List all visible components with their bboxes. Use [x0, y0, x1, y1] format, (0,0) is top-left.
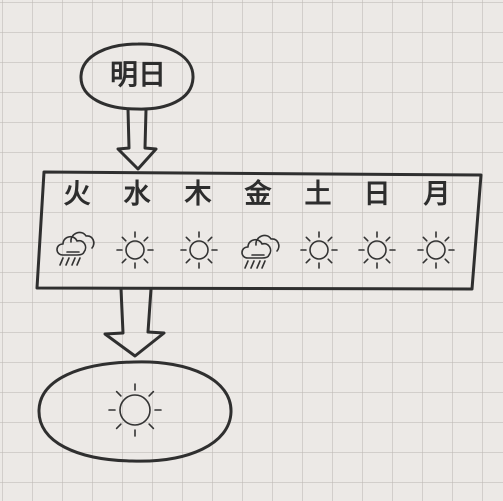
day-label-wed: 水 [123, 179, 151, 210]
sun-icon [116, 231, 154, 269]
sun-icon [417, 231, 455, 269]
arrow-down-bottom [103, 287, 166, 358]
day-label-sat: 土 [304, 179, 332, 210]
day-label-tue: 火 [63, 179, 91, 210]
diagram-canvas: 明日 火 水 木 金 土 日 月 [0, 0, 503, 501]
sun-icon [300, 231, 338, 269]
sun-icon [108, 383, 162, 437]
day-label-fri: 金 [244, 179, 272, 210]
sun-icon [358, 231, 396, 269]
result-icon-slot [108, 383, 162, 437]
day-label-sun: 日 [363, 179, 391, 210]
day-icons [56, 231, 455, 269]
day-label-mon: 月 [423, 179, 451, 210]
result-ellipse [37, 360, 233, 463]
sun-icon [180, 231, 218, 269]
rain-cloud-icon [56, 231, 95, 266]
diagram-drawing [35, 42, 483, 463]
day-label-thu: 木 [184, 179, 212, 210]
tomorrow-label: 明日 [109, 58, 166, 91]
rain-cloud-icon [241, 234, 280, 269]
arrow-down-top [116, 107, 158, 171]
